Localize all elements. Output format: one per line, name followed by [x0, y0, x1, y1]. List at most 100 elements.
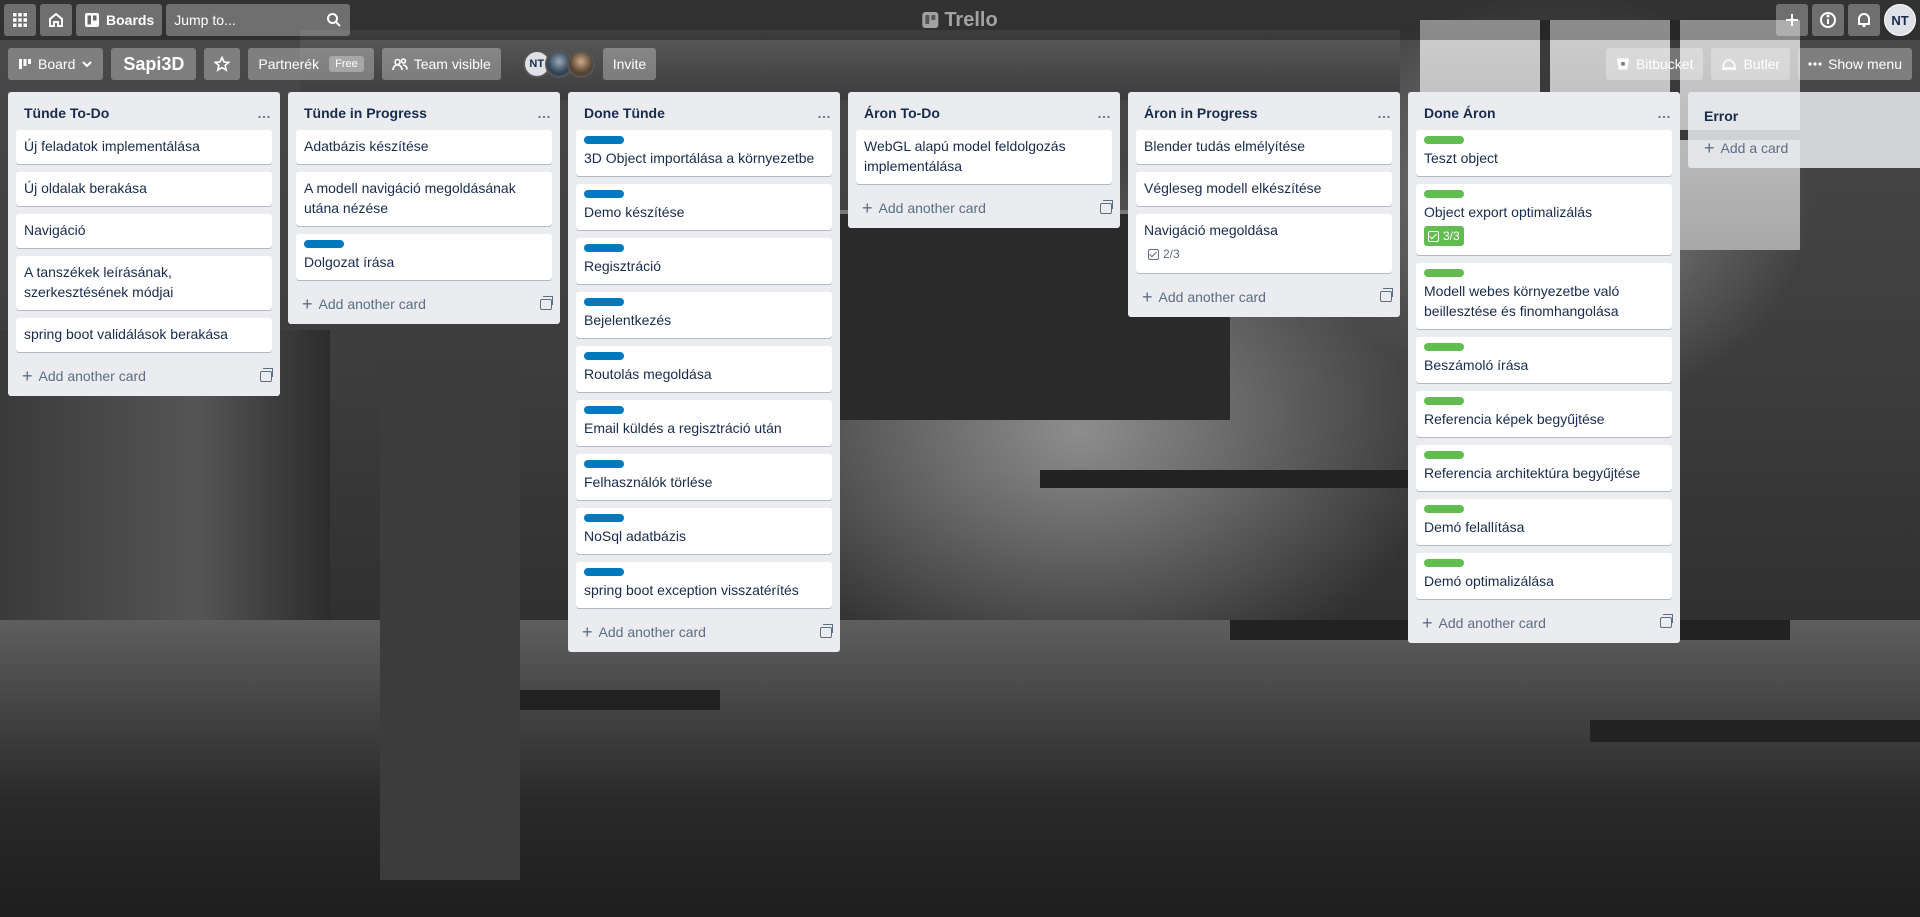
card-template-icon[interactable]	[1100, 199, 1113, 214]
add-card-button[interactable]: + Add another card	[18, 364, 150, 388]
card[interactable]: Új oldalak berakása	[16, 172, 272, 206]
card[interactable]: spring boot validálások berakása	[16, 318, 272, 352]
list-header[interactable]: Error	[1688, 92, 1920, 130]
add-card-button[interactable]: + Add another card	[578, 620, 710, 644]
card-label-blue[interactable]	[584, 406, 624, 414]
card[interactable]: Referencia képek begyűjtése	[1416, 390, 1672, 437]
list-header[interactable]: Done Tünde …	[568, 92, 840, 130]
member-avatar-photo[interactable]	[566, 50, 595, 78]
card-template-icon[interactable]	[820, 623, 833, 638]
card[interactable]: 3D Object importálása a környezetbe	[576, 130, 832, 176]
card[interactable]: Referencia architektúra begyűjtése	[1416, 444, 1672, 491]
card-template-icon[interactable]	[540, 295, 553, 310]
create-button[interactable]	[1776, 4, 1808, 36]
card[interactable]: Navigáció	[16, 214, 272, 248]
list-title[interactable]: Done Áron	[1424, 105, 1496, 121]
boards-button[interactable]: Boards	[76, 4, 163, 36]
list-title[interactable]: Error	[1704, 108, 1738, 124]
card-label-green[interactable]	[1424, 268, 1464, 277]
list-menu-icon[interactable]: …	[537, 105, 552, 121]
card[interactable]: Email küldés a regisztráció után	[576, 400, 832, 446]
card[interactable]: spring boot exception visszatérítés	[576, 562, 832, 608]
list-title[interactable]: Tünde To-Do	[24, 105, 109, 121]
card[interactable]: Bejelentkezés	[576, 292, 832, 338]
card-label-green[interactable]	[1424, 396, 1464, 405]
star-board-button[interactable]	[204, 48, 241, 80]
card-label-green[interactable]	[1424, 504, 1464, 513]
card-template-icon[interactable]	[260, 367, 273, 382]
notifications-button[interactable]	[1848, 4, 1880, 36]
card[interactable]: Demo készítése	[576, 184, 832, 230]
list-menu-icon[interactable]: …	[1657, 105, 1672, 121]
card[interactable]: Routolás megoldása	[576, 346, 832, 392]
card[interactable]: A modell navigáció megoldásának utána né…	[296, 172, 552, 226]
card[interactable]: Demó felallítása	[1416, 498, 1672, 545]
invite-button[interactable]: Invite	[602, 48, 657, 80]
card-label-blue[interactable]	[584, 352, 624, 360]
board-title[interactable]: Sapi3D	[111, 48, 197, 80]
user-avatar[interactable]: NT	[1884, 4, 1916, 36]
list-menu-icon[interactable]: …	[1377, 105, 1392, 121]
card[interactable]: Dolgozat írása	[296, 234, 552, 280]
list-menu-icon[interactable]: …	[257, 105, 272, 121]
butler-button[interactable]: Butler	[1711, 48, 1791, 80]
add-card-button[interactable]: + Add another card	[1138, 285, 1270, 309]
list-header[interactable]: Áron in Progress …	[1128, 92, 1400, 130]
home-button[interactable]	[40, 4, 72, 36]
card-label-blue[interactable]	[584, 136, 624, 144]
card[interactable]: NoSql adatbázis	[576, 508, 832, 554]
card-label-blue[interactable]	[584, 568, 624, 576]
card-template-icon[interactable]	[1660, 614, 1673, 628]
card-label-blue[interactable]	[304, 240, 344, 248]
card-label-blue[interactable]	[584, 244, 624, 252]
card[interactable]: Demó optimalizálása	[1416, 552, 1672, 599]
card[interactable]: Új feladatok implementálása	[16, 130, 272, 164]
list-title[interactable]: Áron in Progress	[1144, 105, 1258, 121]
card[interactable]: WebGL alapú model feldolgozás implementá…	[856, 130, 1112, 184]
bitbucket-icon	[1616, 58, 1629, 70]
list-title[interactable]: Done Tünde	[584, 105, 665, 121]
card[interactable]: Adatbázis készítése	[296, 130, 552, 164]
list-header[interactable]: Áron To-Do …	[848, 92, 1120, 130]
card[interactable]: Teszt object	[1416, 130, 1672, 176]
list-title[interactable]: Tünde in Progress	[304, 105, 427, 121]
trello-logo[interactable]: Trello	[922, 9, 998, 32]
card-label-green[interactable]	[1424, 342, 1464, 351]
bitbucket-button[interactable]: Bitbucket	[1605, 48, 1704, 80]
card[interactable]: Felhasználók törlése	[576, 454, 832, 500]
show-menu-button[interactable]: Show menu	[1798, 48, 1912, 80]
card[interactable]: A tanszékek leírásának, szerkesztésének …	[16, 256, 272, 310]
card-label-green[interactable]	[1424, 190, 1464, 198]
card[interactable]: Beszámoló írása	[1416, 336, 1672, 383]
card[interactable]: Object export optimalizálás 3/3	[1416, 184, 1672, 255]
list-menu-icon[interactable]: …	[817, 105, 832, 121]
card-label-green[interactable]	[1424, 558, 1464, 567]
card-template-icon[interactable]	[1380, 288, 1393, 302]
card-label-blue[interactable]	[584, 460, 624, 468]
card-label-blue[interactable]	[584, 190, 624, 198]
add-card-button[interactable]: + Add another card	[1418, 611, 1550, 635]
apps-switcher-button[interactable]	[4, 4, 36, 36]
visibility-button[interactable]: Team visible	[381, 48, 501, 80]
board-view-switcher[interactable]: Board	[8, 48, 104, 80]
team-button[interactable]: Partnerék Free	[248, 48, 374, 80]
card[interactable]: Végleseg modell elkészítése	[1136, 172, 1392, 206]
list-header[interactable]: Done Áron …	[1408, 92, 1680, 130]
card[interactable]: Blender tudás elmélyítése	[1136, 130, 1392, 164]
card[interactable]: Modell webes környezetbe való beilleszté…	[1416, 262, 1672, 329]
list-header[interactable]: Tünde in Progress …	[288, 92, 560, 130]
card[interactable]: Navigáció megoldása 2/3	[1136, 214, 1392, 273]
jump-to-search[interactable]: Jump to...	[166, 4, 351, 36]
card-label-green[interactable]	[1424, 450, 1464, 459]
card[interactable]: Regisztráció	[576, 238, 832, 284]
info-button[interactable]	[1812, 4, 1844, 36]
add-card-button[interactable]: + Add another card	[298, 292, 430, 316]
list-title[interactable]: Áron To-Do	[864, 105, 940, 121]
card-label-blue[interactable]	[584, 514, 624, 522]
add-card-button[interactable]: + Add a card	[1688, 130, 1920, 160]
card-label-blue[interactable]	[584, 298, 624, 306]
list-menu-icon[interactable]: …	[1097, 105, 1112, 121]
list-header[interactable]: Tünde To-Do …	[8, 92, 280, 130]
card-label-green[interactable]	[1424, 136, 1464, 144]
add-card-button[interactable]: + Add another card	[858, 196, 990, 220]
